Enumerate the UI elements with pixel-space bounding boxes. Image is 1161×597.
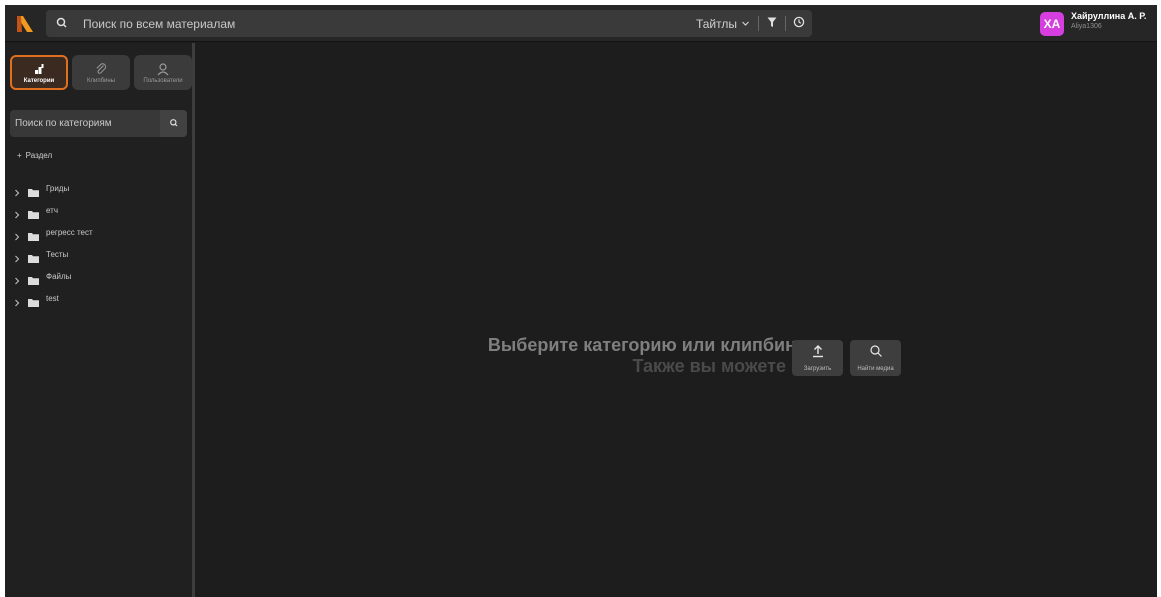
folder-icon bbox=[28, 184, 39, 197]
category-search bbox=[10, 110, 187, 137]
tree-item-label: Гриды bbox=[46, 183, 70, 193]
tree-item-label: регресс тест bbox=[46, 227, 93, 237]
user-name: Хайруллина А. Р. bbox=[1071, 11, 1147, 21]
chevron-right-icon[interactable] bbox=[13, 228, 21, 241]
tree-item-label: Файлы bbox=[46, 271, 72, 281]
folder-icon bbox=[28, 272, 39, 285]
sidebar-tabs: Категории Клипбины Пользователи bbox=[10, 55, 192, 90]
empty-state-subtitle: Также вы можете bbox=[632, 356, 786, 376]
add-section-label: Раздел bbox=[25, 151, 53, 160]
chevron-right-icon[interactable] bbox=[13, 184, 21, 197]
tab-label: Клипбины bbox=[86, 77, 115, 84]
paperclip-icon bbox=[94, 62, 108, 76]
tree-item-label: Тесты bbox=[46, 249, 69, 259]
add-section-button[interactable]: + Раздел bbox=[17, 151, 52, 160]
search-icon bbox=[169, 115, 179, 133]
plus-icon: + bbox=[17, 151, 22, 160]
tree-item[interactable]: Гриды bbox=[13, 181, 183, 197]
global-search-input[interactable] bbox=[83, 10, 683, 37]
tree-item[interactable]: Тесты bbox=[13, 247, 183, 263]
avatar[interactable]: ХА bbox=[1040, 12, 1064, 36]
upload-button[interactable]: Загрузить bbox=[792, 340, 843, 376]
chevron-down-icon bbox=[741, 17, 750, 31]
sidebar: Категории Клипбины Пользователи Поиск по… bbox=[5, 43, 192, 597]
chevron-right-icon[interactable] bbox=[13, 206, 21, 219]
category-search-input[interactable] bbox=[10, 110, 158, 137]
tab-label: Категории bbox=[23, 77, 55, 84]
upload-label: Загрузить bbox=[803, 366, 832, 372]
scope-dropdown[interactable]: Тайтлы bbox=[688, 17, 758, 31]
categories-icon bbox=[32, 62, 46, 76]
user-icon bbox=[156, 62, 170, 76]
search-icon bbox=[869, 344, 883, 363]
tree-item-label: test bbox=[46, 293, 59, 303]
user-login: Aliya1306 bbox=[1071, 23, 1102, 30]
tree-item-label: етч bbox=[46, 205, 59, 215]
empty-state-title: Выберите категорию или клипбин bbox=[487, 335, 796, 355]
search-icon bbox=[55, 16, 69, 30]
user-profile[interactable]: ХА Хайруллина А. Р. Aliya1306 bbox=[1040, 10, 1146, 36]
folder-icon bbox=[28, 250, 39, 263]
tree-item[interactable]: Файлы bbox=[13, 269, 183, 285]
filter-button[interactable] bbox=[759, 10, 785, 37]
folder-icon bbox=[28, 294, 39, 307]
tab-users[interactable]: Пользователи bbox=[134, 55, 192, 90]
global-search: Тайтлы bbox=[46, 10, 812, 37]
user-info: Хайруллина А. Р. Aliya1306 bbox=[1071, 10, 1146, 32]
chevron-right-icon[interactable] bbox=[13, 294, 21, 307]
upload-icon bbox=[811, 344, 825, 363]
category-search-button[interactable] bbox=[160, 110, 187, 137]
search-scope-controls: Тайтлы bbox=[688, 10, 812, 37]
tree-item[interactable]: test bbox=[13, 291, 183, 307]
tab-categories[interactable]: Категории bbox=[10, 55, 68, 90]
tree-item[interactable]: етч bbox=[13, 203, 183, 219]
tab-clipbins[interactable]: Клипбины bbox=[72, 55, 130, 90]
folder-icon bbox=[28, 228, 39, 241]
folder-icon bbox=[28, 206, 39, 219]
tab-label: Пользователи bbox=[143, 77, 183, 84]
scope-label: Тайтлы bbox=[695, 16, 737, 31]
find-media-button[interactable]: Найти медиа bbox=[850, 340, 901, 376]
history-button[interactable] bbox=[786, 10, 812, 37]
chevron-right-icon[interactable] bbox=[13, 250, 21, 263]
app-window: Тайтлы Х bbox=[5, 5, 1157, 597]
chevron-right-icon[interactable] bbox=[13, 272, 21, 285]
find-media-label: Найти медиа bbox=[857, 366, 894, 372]
top-bar: Тайтлы Х bbox=[5, 5, 1157, 42]
app-logo[interactable] bbox=[13, 11, 37, 35]
main-content: Выберите категорию или клипбин Также вы … bbox=[195, 43, 1157, 597]
clock-icon bbox=[793, 15, 805, 33]
filter-icon bbox=[767, 15, 777, 33]
tree-item[interactable]: регресс тест bbox=[13, 225, 183, 241]
